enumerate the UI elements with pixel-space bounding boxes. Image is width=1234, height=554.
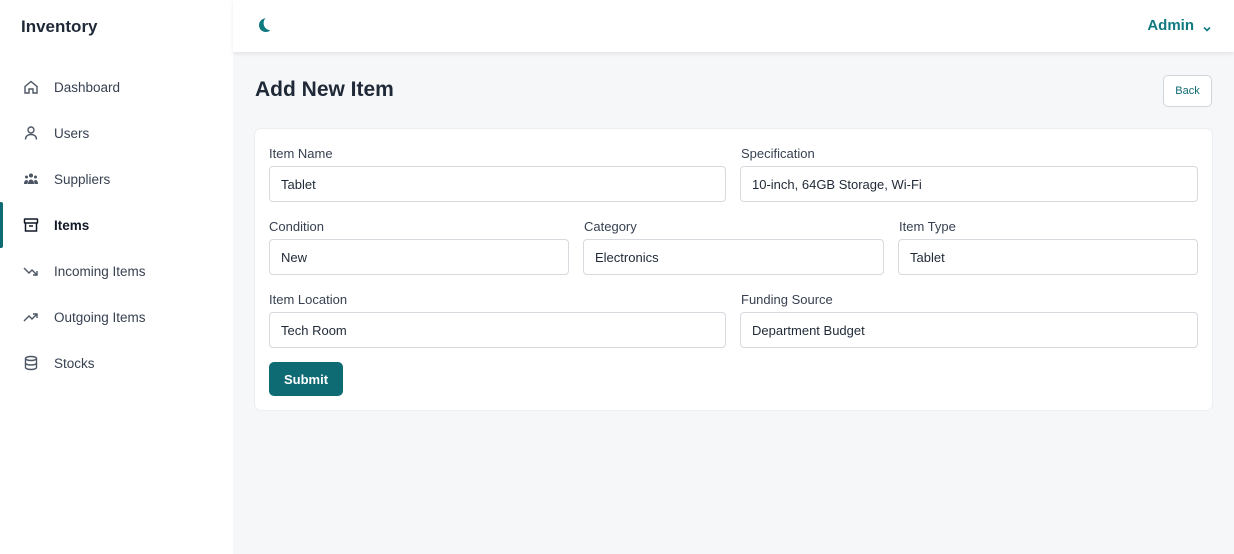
sidebar-item-label: Incoming Items xyxy=(54,263,146,279)
item-type-input[interactable] xyxy=(898,239,1198,275)
trend-up-icon xyxy=(22,308,40,326)
page-title: Add New Item xyxy=(255,78,394,101)
sidebar-item-suppliers[interactable]: Suppliers xyxy=(0,156,233,202)
trend-down-icon xyxy=(22,262,40,280)
chevron-down-icon xyxy=(1202,21,1212,32)
item-location-input[interactable] xyxy=(269,312,726,348)
category-input[interactable] xyxy=(583,239,884,275)
item-type-label: Item Type xyxy=(899,219,956,234)
home-icon xyxy=(22,78,40,96)
sidebar-nav: Dashboard Users Suppliers Items Incoming… xyxy=(0,64,233,386)
user-icon xyxy=(22,124,40,142)
moon-icon[interactable] xyxy=(255,16,273,34)
sidebar-item-label: Suppliers xyxy=(54,171,111,187)
sidebar-item-label: Items xyxy=(54,217,90,233)
user-menu[interactable]: Admin xyxy=(1147,17,1212,34)
sidebar-item-label: Stocks xyxy=(54,355,95,371)
funding-source-label: Funding Source xyxy=(741,292,833,307)
sidebar-item-label: Dashboard xyxy=(54,79,121,95)
condition-input[interactable] xyxy=(269,239,569,275)
submit-button[interactable]: Submit xyxy=(269,362,343,396)
sidebar-item-stocks[interactable]: Stocks xyxy=(0,340,233,386)
brand-title: Inventory xyxy=(21,17,98,36)
specification-input[interactable] xyxy=(740,166,1198,202)
funding-source-input[interactable] xyxy=(740,312,1198,348)
sidebar-item-label: Outgoing Items xyxy=(54,309,146,325)
specification-label: Specification xyxy=(741,146,815,161)
user-menu-label: Admin xyxy=(1147,17,1194,34)
condition-label: Condition xyxy=(269,219,324,234)
top-bar: Admin xyxy=(233,0,1234,52)
sidebar-item-label: Users xyxy=(54,125,90,141)
sidebar-item-incoming-items[interactable]: Incoming Items xyxy=(0,248,233,294)
archive-box-icon xyxy=(22,216,40,234)
back-button[interactable]: Back xyxy=(1163,75,1212,107)
sidebar-item-outgoing-items[interactable]: Outgoing Items xyxy=(0,294,233,340)
sidebar-item-users[interactable]: Users xyxy=(0,110,233,156)
database-icon xyxy=(22,354,40,372)
item-name-label: Item Name xyxy=(269,146,333,161)
item-location-label: Item Location xyxy=(269,292,348,307)
sidebar: Inventory Dashboard Users Suppliers Item… xyxy=(0,0,233,554)
category-label: Category xyxy=(584,219,637,234)
sidebar-item-items[interactable]: Items xyxy=(0,202,233,248)
sidebar-item-dashboard[interactable]: Dashboard xyxy=(0,64,233,110)
item-name-input[interactable] xyxy=(269,166,726,202)
users-group-icon xyxy=(22,170,40,188)
